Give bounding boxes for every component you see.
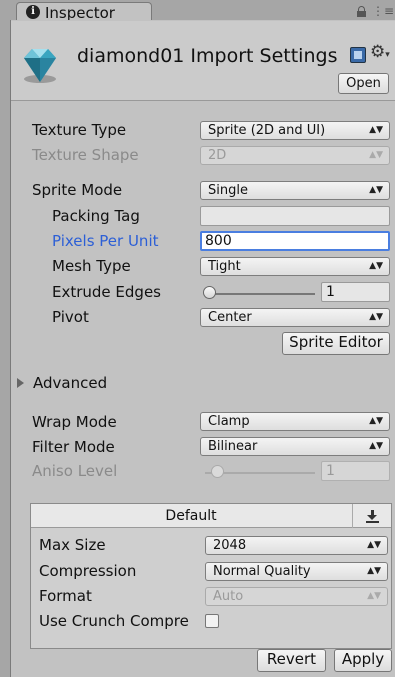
dropdown-arrows-icon: ▲▼ bbox=[369, 125, 383, 135]
book-icon[interactable] bbox=[350, 47, 366, 63]
advanced-foldout[interactable]: Advanced bbox=[33, 373, 107, 393]
pivot-dropdown[interactable]: Center ▲▼ bbox=[200, 308, 390, 327]
dropdown-arrows-icon: ▲▼ bbox=[369, 261, 383, 271]
info-icon: i bbox=[26, 5, 40, 19]
asset-title: diamond01 Import Settings bbox=[77, 45, 338, 67]
texture-type-value: Sprite (2D and UI) bbox=[208, 123, 326, 138]
filter-mode-label: Filter Mode bbox=[32, 438, 115, 456]
dropdown-arrows-icon: ▲▼ bbox=[367, 591, 381, 601]
foldout-arrow-icon[interactable] bbox=[17, 378, 24, 388]
panel-menu-icon[interactable]: ⋮≡ bbox=[372, 5, 394, 17]
texture-shape-value: 2D bbox=[208, 148, 227, 163]
gem-icon bbox=[24, 49, 56, 83]
packing-tag-label: Packing Tag bbox=[52, 207, 140, 225]
pivot-label: Pivot bbox=[52, 308, 89, 326]
format-label: Format bbox=[39, 587, 92, 605]
dropdown-arrows-icon: ▲▼ bbox=[367, 566, 381, 576]
max-size-value: 2048 bbox=[213, 538, 247, 553]
wrap-mode-label: Wrap Mode bbox=[32, 413, 117, 431]
texture-type-label: Texture Type bbox=[32, 121, 127, 139]
compression-dropdown[interactable]: Normal Quality ▲▼ bbox=[205, 562, 388, 581]
max-size-label: Max Size bbox=[39, 536, 106, 554]
dropdown-arrows-icon: ▲▼ bbox=[367, 540, 381, 550]
aniso-level-slider-thumb bbox=[211, 465, 224, 478]
mesh-type-value: Tight bbox=[208, 259, 241, 274]
texture-shape-dropdown: 2D ▲▼ bbox=[200, 146, 390, 165]
wrap-mode-dropdown[interactable]: Clamp ▲▼ bbox=[200, 412, 390, 431]
extrude-edges-label: Extrude Edges bbox=[52, 283, 161, 301]
aniso-level-input: 1 bbox=[321, 461, 390, 481]
apply-button[interactable]: Apply bbox=[334, 649, 392, 672]
max-size-dropdown[interactable]: 2048 ▲▼ bbox=[205, 536, 388, 555]
gear-icon[interactable]: ⚙▾ bbox=[370, 42, 390, 65]
format-value: Auto bbox=[213, 589, 244, 604]
texture-type-dropdown[interactable]: Sprite (2D and UI) ▲▼ bbox=[200, 121, 390, 140]
pixels-per-unit-input[interactable]: 800 bbox=[200, 231, 390, 251]
extrude-edges-slider-track[interactable] bbox=[205, 293, 315, 295]
download-icon[interactable] bbox=[352, 504, 391, 528]
pivot-value: Center bbox=[208, 310, 252, 325]
sprite-mode-dropdown[interactable]: Single ▲▼ bbox=[200, 181, 390, 200]
compression-label: Compression bbox=[39, 562, 137, 580]
dropdown-arrows-icon: ▲▼ bbox=[369, 441, 383, 451]
extrude-edges-input[interactable]: 1 bbox=[321, 282, 390, 302]
tab-default[interactable]: Default bbox=[31, 504, 351, 528]
lock-icon[interactable] bbox=[357, 6, 366, 17]
compression-value: Normal Quality bbox=[213, 564, 311, 579]
dropdown-arrows-icon: ▲▼ bbox=[369, 185, 383, 195]
filter-mode-dropdown[interactable]: Bilinear ▲▼ bbox=[200, 437, 390, 456]
revert-button[interactable]: Revert bbox=[257, 649, 326, 672]
packing-tag-input[interactable] bbox=[200, 206, 390, 226]
pixels-per-unit-label: Pixels Per Unit bbox=[52, 232, 159, 250]
sprite-mode-label: Sprite Mode bbox=[32, 181, 123, 199]
sprite-editor-button[interactable]: Sprite Editor bbox=[282, 332, 390, 355]
mesh-type-label: Mesh Type bbox=[52, 257, 131, 275]
sprite-mode-value: Single bbox=[208, 183, 248, 198]
open-button[interactable]: Open bbox=[338, 73, 389, 94]
aniso-level-label: Aniso Level bbox=[32, 462, 118, 480]
format-dropdown: Auto ▲▼ bbox=[205, 587, 388, 606]
dropdown-arrows-icon: ▲▼ bbox=[369, 312, 383, 322]
texture-shape-label: Texture Shape bbox=[32, 146, 139, 164]
dropdown-arrows-icon: ▲▼ bbox=[369, 416, 383, 426]
wrap-mode-value: Clamp bbox=[208, 414, 250, 429]
use-crunch-checkbox[interactable] bbox=[205, 614, 219, 628]
tab-inspector[interactable]: i Inspector bbox=[16, 2, 152, 22]
filter-mode-value: Bilinear bbox=[208, 439, 258, 454]
dropdown-arrows-icon: ▲▼ bbox=[369, 150, 383, 160]
use-crunch-label: Use Crunch Compre bbox=[39, 612, 189, 630]
mesh-type-dropdown[interactable]: Tight ▲▼ bbox=[200, 257, 390, 276]
